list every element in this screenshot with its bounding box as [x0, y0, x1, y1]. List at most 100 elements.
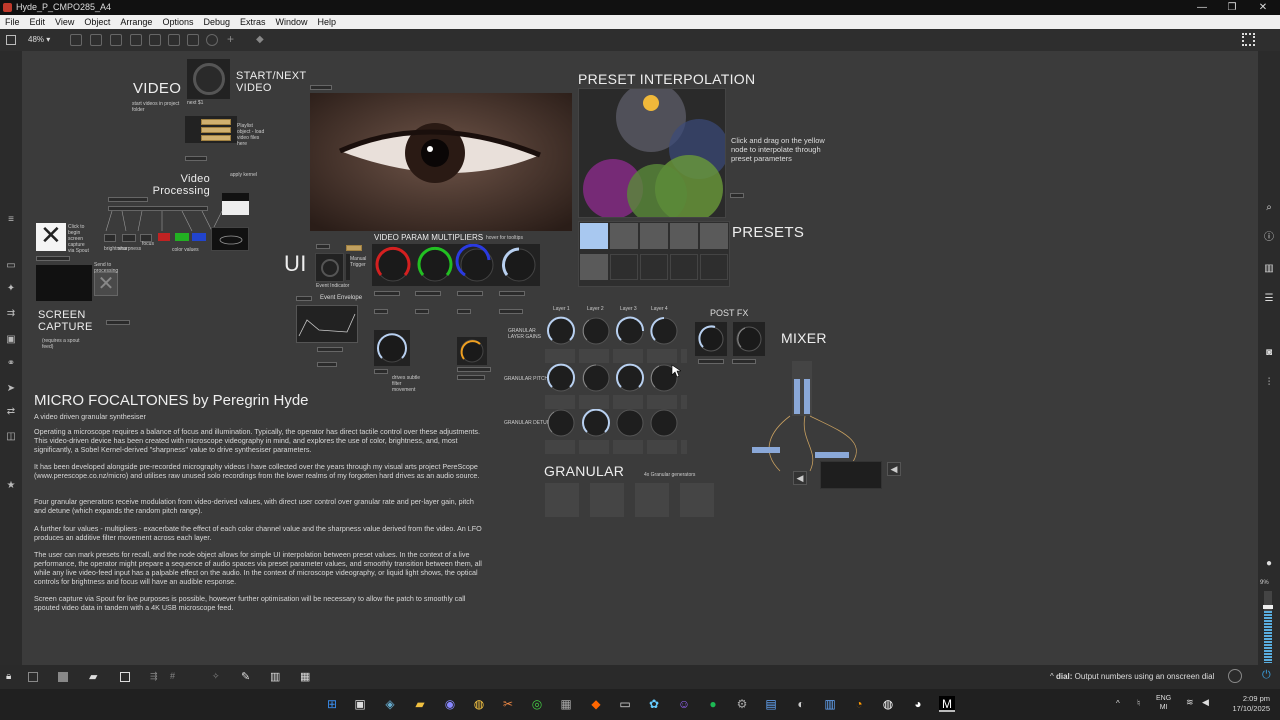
debug-icon[interactable]: ⇶ [150, 671, 158, 682]
frame-icon[interactable]: ◫ [5, 432, 17, 442]
toggle-icon[interactable] [149, 34, 161, 46]
red-multiplier-scale[interactable] [374, 291, 400, 296]
maximize-button[interactable]: ❐ [1217, 0, 1247, 15]
sharpness-number[interactable] [122, 234, 136, 242]
menu-edit[interactable]: Edit [25, 15, 51, 29]
menu-extras[interactable]: Extras [235, 15, 271, 29]
preset-slot-1[interactable] [580, 223, 608, 249]
preset-slot-10[interactable] [700, 254, 728, 280]
speaker-right-icon[interactable]: ◀ [887, 462, 901, 476]
granular-dial-grid[interactable] [544, 314, 684, 459]
comment-bubble-icon[interactable]: ▰ [89, 670, 97, 683]
clock[interactable]: 2:09 pm 17/10/2025 [1226, 694, 1270, 714]
patcher-icon[interactable] [58, 672, 68, 682]
brightness-number[interactable] [104, 234, 116, 242]
power-icon[interactable]: ⏻ [1262, 669, 1271, 682]
minimize-button[interactable]: — [1187, 0, 1217, 15]
granular-generators[interactable] [545, 483, 720, 517]
new-object-icon[interactable] [70, 34, 82, 46]
nodes-object[interactable] [578, 88, 726, 218]
windows-icon[interactable] [120, 672, 130, 682]
volume-handle[interactable] [1263, 605, 1273, 609]
gain-left[interactable] [794, 379, 800, 414]
sidebar-toggle-icon[interactable] [6, 35, 16, 45]
add-icon[interactable]: + [227, 32, 234, 46]
grid-snap-icon[interactable]: # [170, 671, 175, 681]
app-icon-4[interactable]: ✿ [646, 696, 662, 712]
event-object[interactable] [316, 244, 330, 249]
gain-right[interactable] [804, 379, 810, 414]
bang-icon[interactable] [168, 34, 180, 46]
reverb-scale[interactable] [698, 359, 724, 364]
spotify-icon[interactable]: ● [705, 696, 721, 712]
brave-icon[interactable]: ◆ [588, 696, 604, 712]
start-icon[interactable]: ⊞ [324, 696, 340, 712]
preset-grid[interactable] [578, 221, 730, 287]
blender-icon[interactable]: ◔ [851, 696, 867, 712]
start-next-button[interactable] [193, 63, 225, 95]
patcher-canvas[interactable]: VIDEO start videos in project folder STA… [22, 51, 1258, 665]
lock-icon[interactable]: 🔒︎ [6, 671, 11, 682]
video-processing-inlet[interactable] [108, 197, 148, 202]
star-icon[interactable]: ★ [5, 481, 17, 491]
envelope-line[interactable] [317, 347, 343, 352]
jit-object[interactable] [185, 156, 207, 161]
pane-icon[interactable]: ▭ [5, 261, 17, 271]
red-send[interactable] [374, 309, 388, 314]
screen-capture-toggle[interactable]: ✕ [36, 221, 66, 251]
app-icon-3[interactable]: ✂ [500, 696, 516, 712]
preset-slot-9[interactable] [670, 254, 698, 280]
settings-icon[interactable]: ⚙ [734, 696, 750, 712]
menu-arrange[interactable]: Arrange [115, 15, 157, 29]
link-icon[interactable]: ⚭ [5, 359, 17, 369]
list-view-icon[interactable]: ☰ [1263, 293, 1275, 305]
preset-slot-2[interactable] [610, 223, 638, 249]
live-icon[interactable]: ▭ [617, 696, 633, 712]
menu-file[interactable]: File [0, 15, 25, 29]
manual-trigger-msg[interactable] [346, 245, 362, 251]
menu-window[interactable]: Window [271, 15, 313, 29]
image-icon[interactable]: ▣ [5, 335, 17, 345]
blue-multiplier-scale[interactable] [457, 291, 483, 296]
paint-icon[interactable]: ◆ [256, 34, 264, 45]
plug-icon[interactable]: ✦ [5, 284, 17, 294]
grain-rate-scale[interactable] [457, 367, 491, 372]
dac-right[interactable] [815, 452, 849, 458]
list-icon[interactable]: ≡ [5, 215, 17, 225]
send-toggle[interactable]: ✕ [94, 272, 118, 296]
app-icon-2[interactable]: ◍ [471, 696, 487, 712]
dial-icon[interactable] [206, 34, 218, 46]
preset-slot-7[interactable] [610, 254, 638, 280]
menu-help[interactable]: Help [313, 15, 342, 29]
lfo-object[interactable] [374, 369, 388, 374]
menu-view[interactable]: View [50, 15, 79, 29]
preset-slot-6[interactable] [580, 254, 608, 280]
dac-left[interactable] [752, 447, 780, 453]
camera-icon[interactable]: ◙ [1263, 347, 1275, 359]
unreal-icon[interactable]: ◍ [880, 696, 896, 712]
postfx-dials[interactable] [695, 322, 767, 356]
piano-icon[interactable]: ▥ [270, 670, 280, 683]
menu-options[interactable]: Options [157, 15, 198, 29]
obs-icon[interactable]: ◕ [910, 696, 926, 712]
comment-icon[interactable] [110, 34, 122, 46]
video-input-object[interactable] [310, 85, 332, 90]
zoom-select[interactable]: 48% ▾ [28, 35, 50, 44]
envelope-out[interactable] [317, 362, 337, 367]
max-app-icon[interactable]: M [939, 696, 955, 712]
mixer-gain-sliders[interactable] [792, 361, 812, 416]
green-send[interactable] [415, 309, 429, 314]
record-icon[interactable]: ● [1263, 558, 1275, 570]
grain-rate-send[interactable] [457, 375, 485, 380]
speaker-icon[interactable]: ◀ [1202, 697, 1209, 708]
microphone-icon[interactable]: ♮ [1137, 698, 1140, 709]
wand-icon[interactable]: ✧ [212, 671, 220, 682]
sharpness-send[interactable] [499, 309, 523, 314]
speaker-left-icon[interactable]: ◀ [793, 471, 807, 485]
close-window-button[interactable]: ✕ [1248, 0, 1278, 15]
app-icon-1[interactable]: ◉ [442, 696, 458, 712]
playlist-item-3[interactable] [201, 135, 231, 141]
volume-slider[interactable] [1263, 591, 1273, 663]
language-indicator[interactable]: ENG MI [1156, 694, 1171, 712]
sliders-icon[interactable]: ⫶ [1263, 377, 1275, 389]
